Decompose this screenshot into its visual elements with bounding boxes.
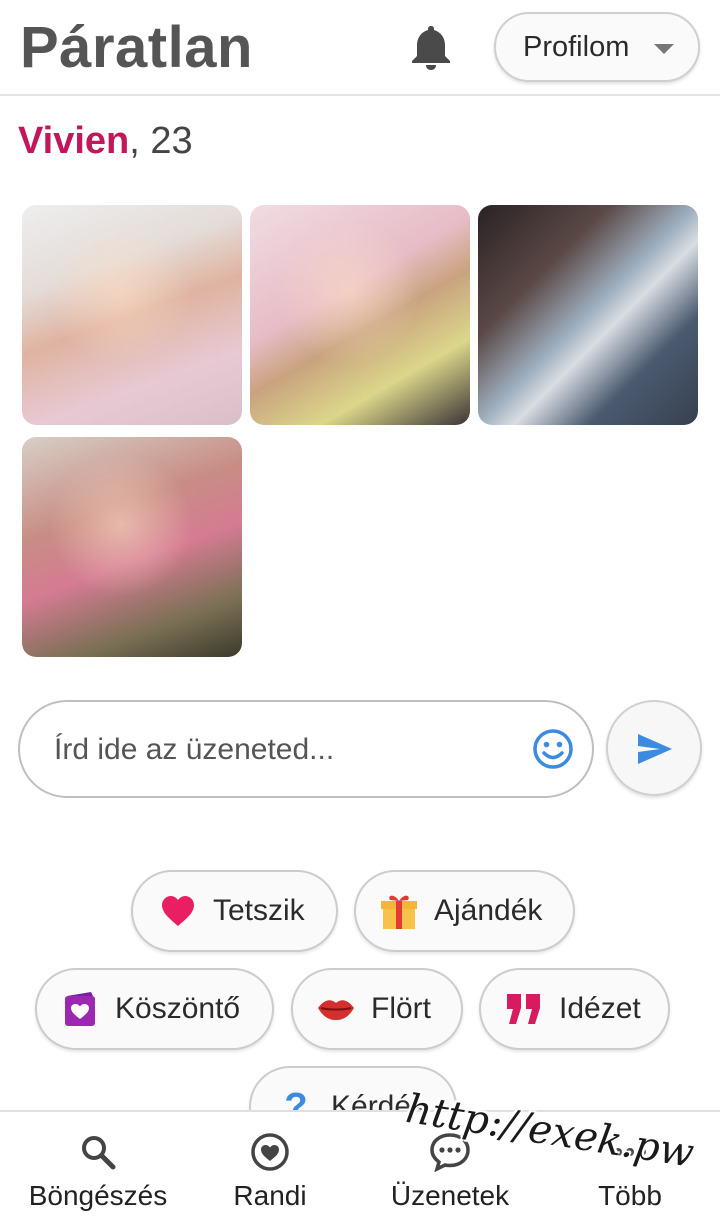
send-button[interactable] (606, 700, 702, 796)
profile-title: Vivien, 23 (18, 120, 193, 163)
quote-chip-label: Idézet (559, 992, 641, 1025)
greeting-chip[interactable]: Köszöntő (35, 968, 274, 1050)
gift-chip[interactable]: Ajándék (354, 870, 575, 952)
heart-circle-icon (250, 1132, 290, 1172)
profile-photo-1[interactable] (22, 205, 242, 425)
greeting-chip-label: Köszöntő (115, 992, 241, 1025)
nav-more-label: Több (598, 1180, 662, 1211)
smiley-icon[interactable] (532, 728, 574, 770)
gift-chip-label: Ajándék (434, 894, 543, 927)
profile-photo-2[interactable] (250, 205, 470, 425)
quote-icon (503, 988, 545, 1030)
like-chip-label: Tetszik (213, 894, 305, 927)
nav-messages-label: Üzenetek (390, 1180, 510, 1211)
profile-age: , 23 (129, 120, 193, 162)
profile-menu-label: Profilom (523, 30, 630, 63)
message-box (18, 700, 594, 798)
profile-menu-button[interactable]: Profilom (494, 12, 700, 82)
message-input[interactable] (54, 726, 524, 774)
profile-photo-3[interactable] (478, 205, 698, 425)
profile-photo-4[interactable] (22, 437, 242, 657)
app-header: Páratlan Profilom (0, 0, 720, 96)
flirt-chip[interactable]: Flört (291, 968, 463, 1050)
nav-browse[interactable]: Böngészés (20, 1112, 176, 1227)
send-icon (638, 734, 672, 764)
nav-dating[interactable]: Randi (218, 1112, 322, 1227)
quote-chip[interactable]: Idézet (479, 968, 670, 1050)
lips-icon (315, 988, 357, 1030)
app-logo[interactable]: Páratlan (20, 14, 253, 81)
nav-browse-label: Böngészés (28, 1180, 168, 1211)
bell-icon[interactable] (408, 22, 454, 72)
heart-icon (157, 890, 199, 932)
chevron-down-icon (654, 44, 674, 54)
like-chip[interactable]: Tetszik (131, 870, 338, 952)
search-icon (80, 1132, 116, 1172)
card-heart-icon (59, 988, 101, 1030)
nav-dating-label: Randi (233, 1180, 307, 1211)
gift-icon (378, 890, 420, 932)
profile-name: Vivien (18, 120, 130, 162)
flirt-chip-label: Flört (371, 992, 431, 1025)
